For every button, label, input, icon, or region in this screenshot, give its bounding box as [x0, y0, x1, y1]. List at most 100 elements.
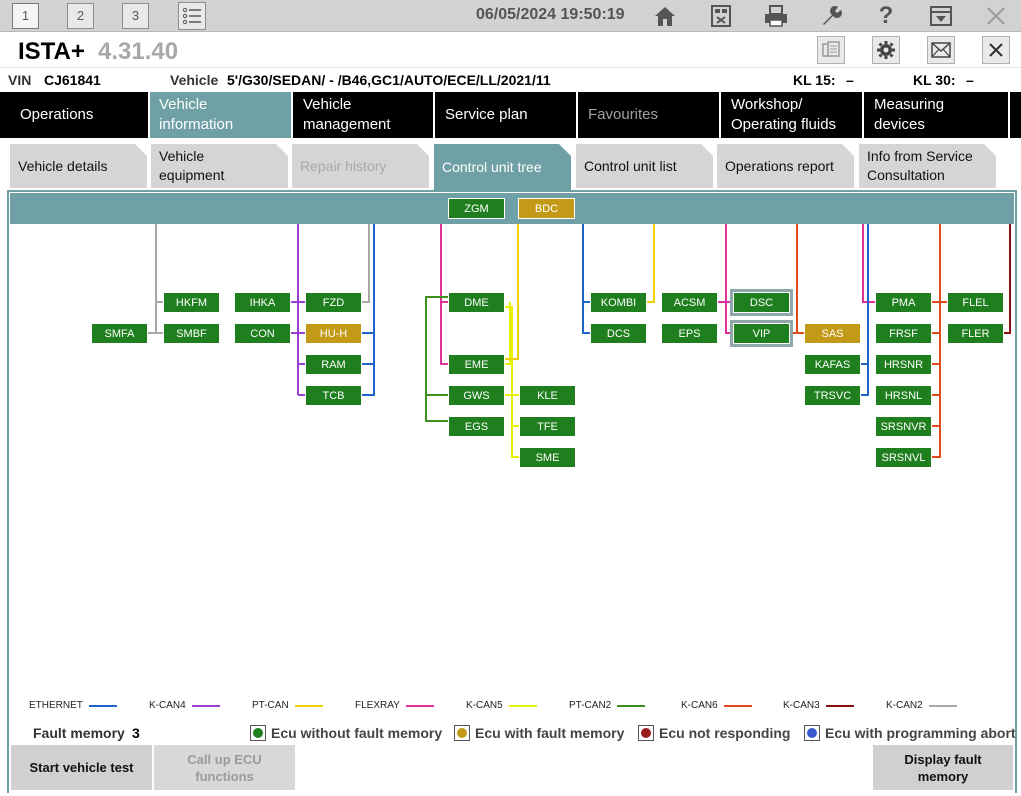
ecu-kombi[interactable]: KOMBI	[590, 292, 647, 313]
nav-service-plan[interactable]: Service plan	[435, 92, 575, 138]
legend-k-can2: K-CAN2	[886, 700, 957, 711]
document-icon[interactable]	[817, 36, 845, 64]
main-navigation: Operations Vehicle information Vehicle ma…	[0, 92, 1021, 138]
ecu-bdc[interactable]: BDC	[518, 198, 575, 219]
kl30-label: KL 30:	[913, 72, 956, 88]
mail-icon[interactable]	[927, 36, 955, 64]
title-bar: ISTA+ 4.31.40	[0, 33, 1021, 68]
ecu-kafas[interactable]: KAFAS	[804, 354, 861, 375]
ecu-frsf[interactable]: FRSF	[875, 323, 932, 344]
nav-measuring-devices[interactable]: Measuring devices	[864, 92, 1009, 138]
tab-info-service-consultation[interactable]: Info from Service Consultation	[859, 144, 996, 188]
tab-control-unit-list[interactable]: Control unit list	[576, 144, 713, 188]
ecu-fzd[interactable]: FZD	[305, 292, 362, 313]
ecu-ram[interactable]: RAM	[305, 354, 362, 375]
legend-pt-can: PT-CAN	[252, 700, 323, 711]
ecu-hrsnl[interactable]: HRSNL	[875, 385, 932, 406]
ecu-egs[interactable]: EGS	[448, 416, 505, 437]
app-name: ISTA+	[18, 38, 85, 65]
nav-vehicle-information[interactable]: Vehicle information	[150, 92, 291, 138]
legend-k-can5: K-CAN5	[466, 700, 537, 711]
ecu-acsm[interactable]: ACSM	[661, 292, 718, 313]
status-not-responding: Ecu not responding	[638, 725, 790, 741]
home-icon[interactable]	[651, 2, 679, 30]
tab-repair-history[interactable]: Repair history	[292, 144, 429, 188]
ecu-dme[interactable]: DME	[448, 292, 505, 313]
status-no-fault: Ecu without fault memory	[250, 725, 442, 741]
ecu-dcs[interactable]: DCS	[590, 323, 647, 344]
tab-control-unit-tree-label: Control unit tree	[442, 158, 542, 175]
tab-operations-report-label: Operations report	[725, 157, 834, 174]
kl15-value: –	[846, 72, 854, 88]
session-tab-2[interactable]: 2	[67, 3, 94, 29]
ecu-fler[interactable]: FLER	[947, 323, 1004, 344]
ecu-con[interactable]: CON	[234, 323, 291, 344]
ecu-hrsnr[interactable]: HRSNR	[875, 354, 932, 375]
nav-vehicle-management-label: Vehicle management	[303, 96, 391, 133]
connect-icon[interactable]	[707, 2, 735, 30]
legend-k-can4: K-CAN4	[149, 700, 220, 711]
display-fault-memory-button[interactable]: Display fault memory	[873, 745, 1013, 790]
ecu-zgm[interactable]: ZGM	[448, 198, 505, 219]
help-icon[interactable]: ?	[872, 2, 900, 30]
ecu-sme[interactable]: SME	[519, 447, 576, 468]
nav-workshop-label: Workshop/Operating fluids	[731, 96, 837, 133]
printer-icon[interactable]	[762, 2, 790, 30]
ecu-tfe[interactable]: TFE	[519, 416, 576, 437]
legend-pt-can2: PT-CAN2	[569, 700, 646, 711]
legend-k-can6: K-CAN6	[681, 700, 752, 711]
tab-vehicle-details[interactable]: Vehicle details	[10, 144, 147, 188]
nav-operations[interactable]: Operations	[10, 92, 148, 138]
datetime: 06/05/2024 19:50:19	[476, 6, 625, 23]
ecu-pma[interactable]: PMA	[875, 292, 932, 313]
nav-workshop[interactable]: Workshop/Operating fluids	[721, 92, 861, 138]
ecu-sas[interactable]: SAS	[804, 323, 861, 344]
ecu-eps[interactable]: EPS	[661, 323, 718, 344]
ecu-hu-h[interactable]: HU-H	[305, 323, 362, 344]
ecu-ihka[interactable]: IHKA	[234, 292, 291, 313]
ecu-smfa[interactable]: SMFA	[91, 323, 148, 344]
ecu-flel[interactable]: FLEL	[947, 292, 1004, 313]
ecu-tcb[interactable]: TCB	[305, 385, 362, 406]
ecu-hkfm[interactable]: HKFM	[163, 292, 220, 313]
app-version: 4.31.40	[98, 38, 179, 65]
nav-favourites[interactable]: Favourites	[578, 92, 718, 138]
nav-measuring-devices-label: Measuring devices	[874, 96, 945, 133]
vin-label: VIN	[8, 72, 32, 88]
ecu-kle[interactable]: KLE	[519, 385, 576, 406]
nav-operations-label: Operations	[20, 106, 94, 123]
nav-favourites-label: Favourites	[588, 106, 659, 123]
ecu-srsnvl[interactable]: SRSNVL	[875, 447, 932, 468]
start-vehicle-test-button[interactable]: Start vehicle test	[11, 745, 152, 790]
ecu-eme[interactable]: EME	[448, 354, 505, 375]
call-up-ecu-functions-button[interactable]: Call up ECU functions	[154, 745, 295, 790]
legend-k-can3: K-CAN3	[783, 700, 854, 711]
ecu-vip[interactable]: VIP	[733, 323, 790, 344]
nav-service-plan-label: Service plan	[445, 106, 528, 123]
wrench-icon[interactable]	[817, 2, 845, 30]
session-tab-3[interactable]: 3	[122, 3, 149, 29]
yellow-dot-icon	[454, 725, 470, 741]
ecu-dsc[interactable]: DSC	[733, 292, 790, 313]
tab-operations-report[interactable]: Operations report	[717, 144, 854, 188]
status-with-fault: Ecu with fault memory	[454, 725, 624, 741]
menu-down-icon[interactable]	[927, 2, 955, 30]
ecu-gws[interactable]: GWS	[448, 385, 505, 406]
gear-icon[interactable]	[872, 36, 900, 64]
central-gateway-bar	[10, 193, 1014, 224]
vehicle-label: Vehicle	[170, 72, 219, 88]
sub-navigation: Vehicle details Vehicle equipment Repair …	[0, 140, 1021, 190]
blue-dot-icon	[804, 725, 820, 741]
close-icon[interactable]	[982, 2, 1010, 30]
tab-vehicle-equipment[interactable]: Vehicle equipment	[151, 144, 288, 188]
list-icon[interactable]	[178, 2, 206, 30]
close-session-icon[interactable]	[982, 36, 1010, 64]
session-tab-1[interactable]: 1	[12, 3, 39, 29]
fault-memory-count: 3	[132, 725, 140, 741]
ecu-smbf[interactable]: SMBF	[163, 323, 220, 344]
kl15-label: KL 15:	[793, 72, 836, 88]
tab-control-unit-tree[interactable]: Control unit tree	[434, 144, 571, 190]
ecu-trsvc[interactable]: TRSVC	[804, 385, 861, 406]
nav-vehicle-management[interactable]: Vehicle management	[293, 92, 433, 138]
ecu-srsnvr[interactable]: SRSNVR	[875, 416, 932, 437]
